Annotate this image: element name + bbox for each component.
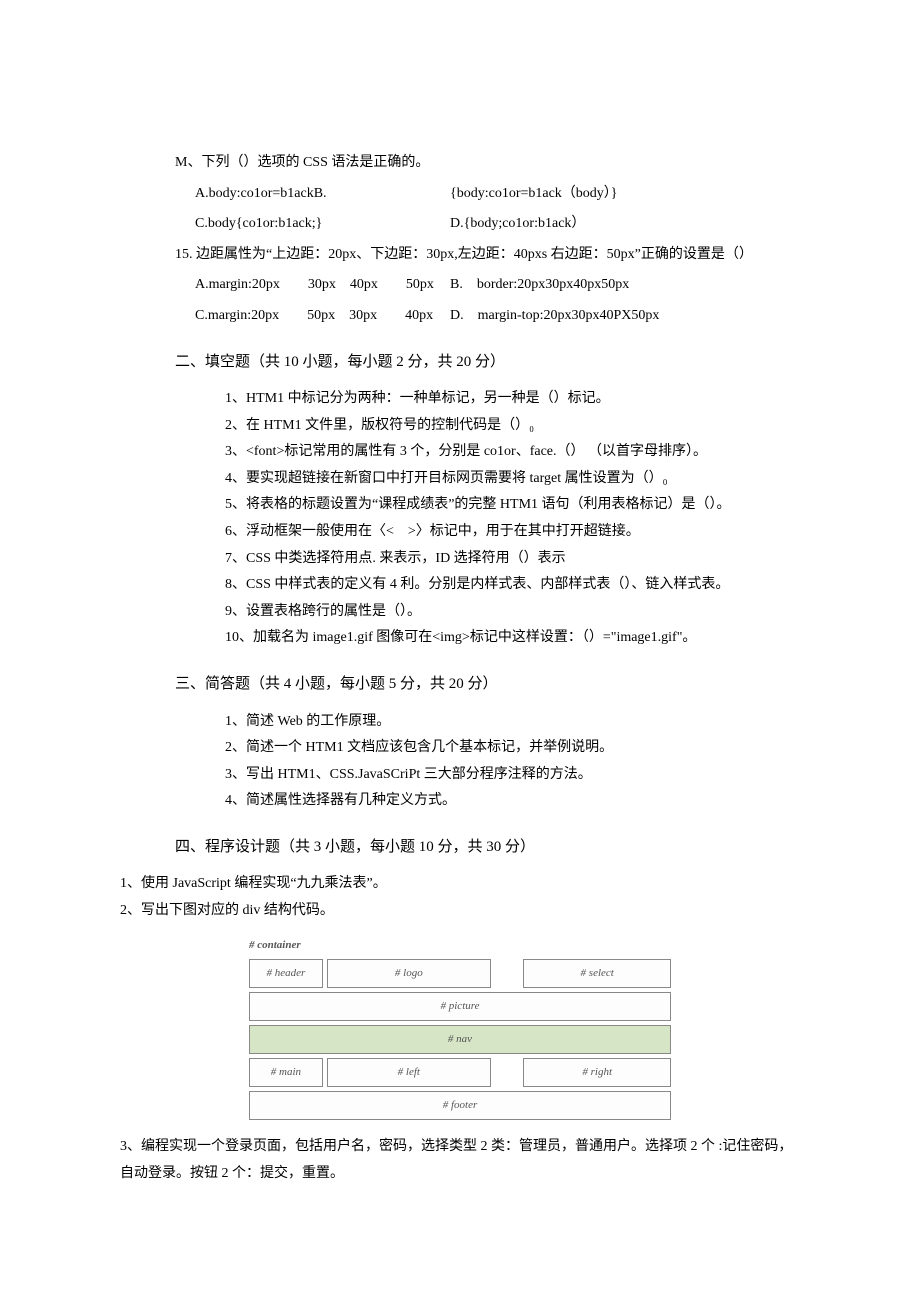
section-2-title: 二、填空题（共 10 小题，每小题 2 分，共 20 分） [175, 348, 800, 377]
fill-5: 5、将表格的标题设置为“课程成绩表”的完整 HTM1 语句（利用表格标记）是（）… [225, 492, 800, 519]
diagram-picture: # picture [249, 992, 671, 1021]
q14-opt-d: D.{body;co1or:b1ack） [450, 211, 585, 238]
q14-opt-a: A.body:co1or=b1ackB. [195, 181, 450, 208]
section-3-title: 三、简答题（共 4 小题，每小题 5 分，共 20 分） [175, 670, 800, 699]
q15-opt-d: D. margin-top:20px30px40PX50px [450, 303, 659, 330]
fill-9: 9、设置表格跨行的属性是（）。 [225, 599, 800, 626]
diagram-footer: # footer [249, 1091, 671, 1120]
question-14-row2: C.body{co1or:b1ack;} D.{body;co1or:b1ack… [195, 211, 800, 238]
fill-1: 1、HTM1 中标记分为两种：一种单标记，另一种是（）标记。 [225, 386, 800, 413]
diagram-select: # select [523, 959, 671, 988]
prog-2: 2、写出下图对应的 div 结构代码。 [120, 898, 800, 925]
diagram-nav: # nav [249, 1025, 671, 1054]
diagram-container-label: # container [249, 935, 671, 956]
fill-8: 8、CSS 中样式表的定义有 4 利。分别是内样式表、内部样式表（）、链入样式表… [225, 572, 800, 599]
fill-7: 7、CSS 中类选择符用点. 来表示，ID 选择符用（）表示 [225, 546, 800, 573]
question-14-stem: M、下列（）选项的 CSS 语法是正确的。 [175, 150, 800, 177]
diagram-left: # left [327, 1058, 491, 1087]
question-15-row2: C.margin:20px 50px 30px 40px D. margin-t… [195, 303, 800, 330]
q14-opt-b: {body:co1or=b1ack（body）} [450, 181, 618, 208]
layout-diagram: # container # header # logo # select # p… [245, 931, 675, 1124]
sa-1: 1、简述 Web 的工作原理。 [225, 709, 800, 736]
q14-opt-c: C.body{co1or:b1ack;} [195, 211, 450, 238]
prog-3: 3、编程实现一个登录页面，包括用户名，密码，选择类型 2 类：管理员，普通用户。… [120, 1134, 800, 1187]
diagram-right: # right [523, 1058, 671, 1087]
diagram-header: # header [249, 959, 323, 988]
section-4-title: 四、程序设计题（共 3 小题，每小题 10 分，共 30 分） [175, 833, 800, 862]
fill-4: 4、要实现超链接在新窗口中打开目标网页需要将 target 属性设置为（）₀ [225, 466, 800, 493]
q15-opt-c: C.margin:20px 50px 30px 40px [195, 303, 450, 330]
fill-6: 6、浮动框架一般使用在〈< >〉标记中，用于在其中打开超链接。 [225, 519, 800, 546]
fill-3: 3、<font>标记常用的属性有 3 个，分别是 co1or、face.（） （… [225, 439, 800, 466]
q15-opt-b: B. border:20px30px40px50px [450, 272, 629, 299]
question-15-row1: A.margin:20px 30px 40px 50px B. border:2… [195, 272, 800, 299]
question-15-stem: 15. 边距属性为“上边距：20px、下边距：30px,左边距：40pxs 右边… [175, 242, 800, 269]
sa-2: 2、简述一个 HTM1 文档应该包含几个基本标记，并举例说明。 [225, 735, 800, 762]
fill-10: 10、加载名为 image1.gif 图像可在<img>标记中这样设置：（）="… [225, 625, 800, 652]
sa-4: 4、简述属性选择器有几种定义方式。 [225, 788, 800, 815]
diagram-main: # main [249, 1058, 323, 1087]
question-14-row1: A.body:co1or=b1ackB. {body:co1or=b1ack（b… [195, 181, 800, 208]
fill-2: 2、在 HTM1 文件里，版权符号的控制代码是（）₀ [225, 413, 800, 440]
sa-3: 3、写出 HTM1、CSS.JavaSCriPt 三大部分程序注释的方法。 [225, 762, 800, 789]
q15-opt-a: A.margin:20px 30px 40px 50px [195, 272, 450, 299]
prog-1: 1、使用 JavaScript 编程实现“九九乘法表”。 [120, 871, 800, 898]
diagram-logo: # logo [327, 959, 491, 988]
